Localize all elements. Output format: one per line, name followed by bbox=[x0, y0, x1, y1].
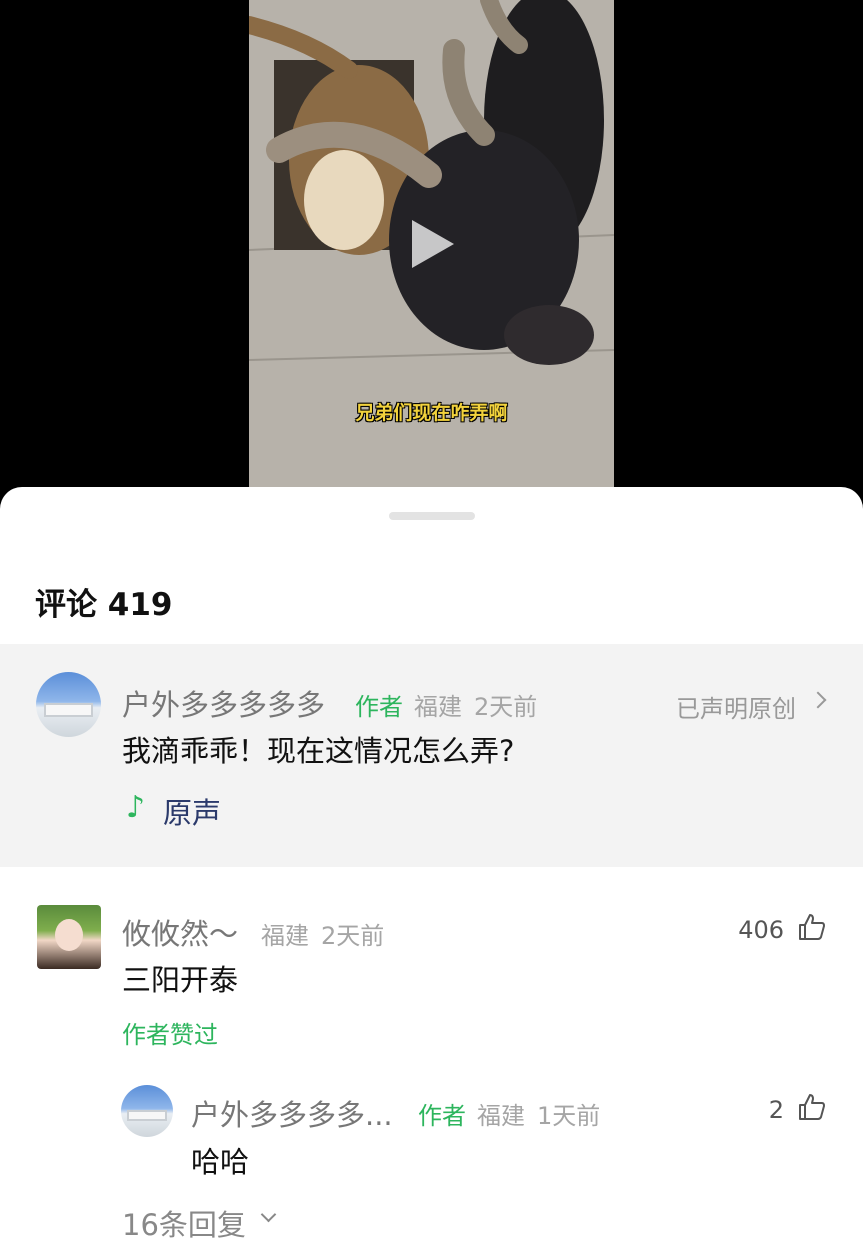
like-count: 2 bbox=[768, 1096, 784, 1124]
pinned-comment[interactable]: 户外多多多多多 作者 福建 2天前 已声明原创 我滴乖乖！现在这情况怎么弄? ♪… bbox=[0, 644, 863, 867]
music-label[interactable]: 原声 bbox=[163, 790, 221, 832]
comment-text: 三阳开泰 bbox=[122, 963, 239, 997]
author-badge: 作者 bbox=[418, 1102, 466, 1130]
chevron-down-icon[interactable] bbox=[260, 1206, 277, 1223]
comments-count-title: 评论 419 bbox=[35, 587, 173, 623]
reply-author[interactable]: 户外多多多多... bbox=[191, 1092, 393, 1134]
author-liked-badge: 作者赞过 bbox=[122, 1021, 218, 1049]
reply-text: 哈哈 bbox=[191, 1145, 250, 1179]
original-declared-link[interactable]: 已声明原创 bbox=[676, 689, 796, 724]
avatar[interactable] bbox=[37, 905, 101, 969]
music-note-icon[interactable]: ♪ bbox=[126, 790, 145, 825]
comments-sheet: 评论 419 户外多多多多多 作者 福建 2天前 已声明原创 我滴乖乖！现在这情… bbox=[0, 487, 863, 1252]
like-count: 406 bbox=[738, 916, 784, 944]
video-player[interactable]: 兄弟们现在咋弄啊 bbox=[0, 0, 863, 500]
comment-text: 我滴乖乖！现在这情况怎么弄? bbox=[122, 734, 515, 768]
comment-location: 福建 bbox=[414, 693, 462, 721]
author-badge: 作者 bbox=[355, 693, 403, 721]
view-replies-link[interactable]: 16条回复 bbox=[122, 1202, 246, 1244]
comment-author[interactable]: 户外多多多多多 bbox=[122, 682, 325, 724]
comment-time: 2天前 bbox=[321, 922, 385, 950]
reply-time: 1天前 bbox=[537, 1102, 601, 1130]
video-subtitle: 兄弟们现在咋弄啊 bbox=[355, 402, 508, 424]
play-icon[interactable] bbox=[412, 220, 454, 268]
comment-time: 2天前 bbox=[474, 693, 538, 721]
comment-location: 福建 bbox=[261, 922, 309, 950]
comment-author[interactable]: 攸攸然～ bbox=[122, 911, 238, 953]
drag-handle[interactable] bbox=[389, 512, 475, 520]
reply-location: 福建 bbox=[477, 1102, 525, 1130]
thumbs-up-icon[interactable] bbox=[797, 1092, 827, 1122]
thumbs-up-icon[interactable] bbox=[797, 912, 827, 942]
avatar[interactable] bbox=[121, 1085, 173, 1137]
chevron-right-icon[interactable] bbox=[809, 691, 827, 709]
avatar[interactable] bbox=[36, 672, 101, 737]
